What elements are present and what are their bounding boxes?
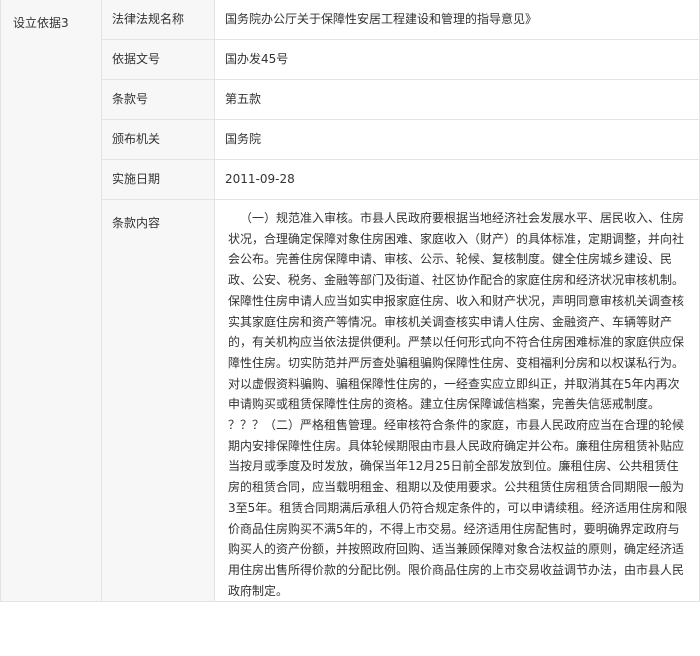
- basis-row-effective-date: 实施日期 2011-09-28: [1, 159, 700, 200]
- basis-row-content: 条款内容 （一）规范准入审核。市县人民政府要根据当地经济社会发展水平、居民收入、…: [1, 198, 700, 603]
- row-value: 2011-09-28: [214, 159, 700, 200]
- basis-row-clause-number: 条款号 第五款: [1, 79, 700, 120]
- row-label: 条款号: [101, 79, 215, 120]
- row-label: 依据文号: [101, 39, 215, 80]
- row-label: 颁布机关: [101, 119, 215, 160]
- basis-row-issuer: 颁布机关 国务院: [1, 119, 700, 160]
- row-value: 第五款: [214, 79, 700, 120]
- row-value: 国务院: [214, 119, 700, 160]
- row-label: 实施日期: [101, 159, 215, 200]
- clause-content: （一）规范准入审核。市县人民政府要根据当地经济社会发展水平、居民收入、住房状况，…: [214, 198, 700, 603]
- basis-row-doc-number: 依据文号 国办发45号: [1, 39, 700, 80]
- basis-group-label: 设立依据3: [0, 0, 102, 603]
- row-label: 法律法规名称: [101, 0, 215, 40]
- basis-row-law-name: 设立依据3 法律法规名称 国务院办公厅关于保障性安居工程建设和管理的指导意见》: [0, 0, 700, 603]
- row-value: 国务院办公厅关于保障性安居工程建设和管理的指导意见》: [214, 0, 700, 40]
- basis-table: 设立依据3 法律法规名称 国务院办公厅关于保障性安居工程建设和管理的指导意见》 …: [0, 0, 700, 603]
- row-label: 条款内容: [101, 198, 215, 603]
- clause-paragraph: ？？？（二）严格租售管理。经审核符合条件的家庭，市县人民政府应当在合理的轮候期内…: [228, 418, 688, 598]
- row-value: 国办发45号: [214, 39, 700, 80]
- clause-paragraph: （一）规范准入审核。市县人民政府要根据当地经济社会发展水平、居民收入、住房状况，…: [228, 211, 685, 412]
